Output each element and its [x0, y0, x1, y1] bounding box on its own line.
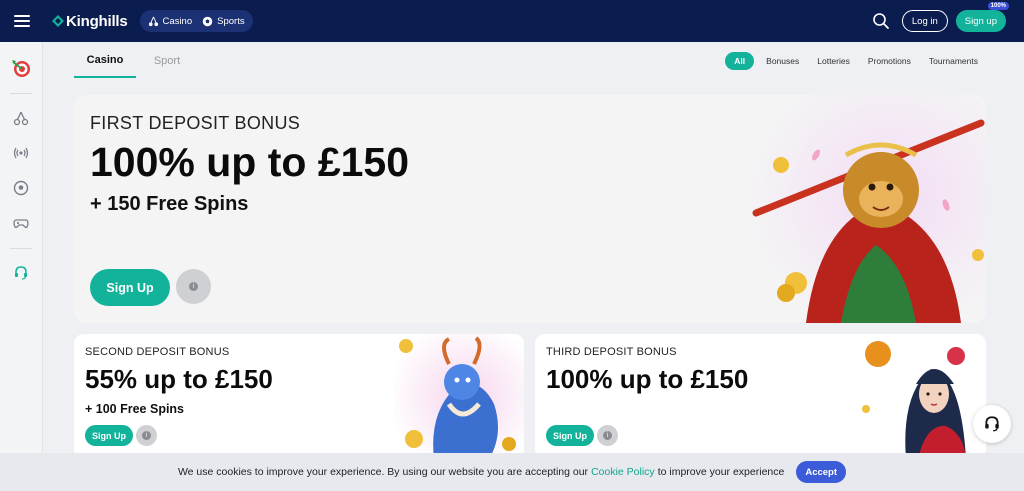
header-signup-button[interactable]: Sign up 100% [955, 2, 1009, 32]
sidebar-item-sports[interactable] [11, 178, 31, 198]
card-info-button[interactable]: i [136, 425, 157, 446]
sidebar-divider [10, 248, 32, 249]
gamepad-icon [13, 219, 29, 229]
header-actions: Log in Sign up 100% [872, 2, 1012, 32]
mode-sports[interactable]: Sports [202, 15, 245, 27]
monkey-king-illustration [746, 95, 986, 323]
brand-name: Kinghills [66, 12, 128, 30]
login-button[interactable]: Log in [901, 10, 948, 32]
logo-mark-icon [52, 15, 64, 27]
header-signup-label: Sign up [964, 15, 997, 27]
sidebar-item-casino[interactable] [11, 108, 31, 128]
football-icon [13, 180, 29, 196]
cookie-banner: We use cookies to improve your experienc… [0, 453, 1024, 491]
tab-sport[interactable]: Sport [136, 44, 198, 78]
info-icon: i [142, 431, 151, 440]
filter-promotions[interactable]: Promotions [862, 52, 917, 70]
football-icon [202, 16, 213, 26]
headset-icon [15, 266, 27, 280]
mode-casino[interactable]: Casino [148, 15, 193, 27]
second-deposit-card: SECOND DEPOSIT BONUS 55% up to £150 + 10… [74, 334, 524, 459]
headset-icon [985, 416, 999, 432]
search-icon[interactable] [872, 12, 890, 30]
card-kicker: SECOND DEPOSIT BONUS [85, 346, 230, 358]
first-deposit-banner: FIRST DEPOSIT BONUS 100% up to £150 + 15… [74, 95, 986, 323]
target-icon [12, 60, 30, 77]
filter-bonuses[interactable]: Bonuses [760, 52, 805, 70]
top-header: Kinghills Casino Sports Log in Sign up 1… [0, 0, 1024, 42]
sidebar-divider [10, 93, 32, 94]
sidebar-item-games[interactable] [11, 213, 31, 233]
cookie-text: We use cookies to improve your experienc… [177, 466, 589, 478]
card-title: 55% up to £150 [85, 364, 273, 394]
cherries-icon [13, 111, 29, 126]
cookie-text-end: to improve your experience [657, 466, 785, 478]
cookie-policy-link[interactable]: Cookie Policy [591, 466, 655, 478]
card-signup-button[interactable]: Sign Up [546, 425, 594, 446]
info-icon: i [603, 431, 612, 440]
sidebar-item-support[interactable] [11, 263, 31, 283]
card-info-button[interactable]: i [597, 425, 618, 446]
hero-subtitle: + 150 Free Spins [90, 193, 249, 215]
brand-logo[interactable]: Kinghills [52, 13, 128, 30]
mode-switch: Casino Sports [139, 10, 253, 32]
card-kicker: THIRD DEPOSIT BONUS [546, 346, 677, 358]
signup-bonus-badge: 100% [987, 2, 1009, 10]
support-chat-button[interactable] [973, 405, 1011, 443]
tab-casino[interactable]: Casino [74, 44, 136, 78]
dragon-illustration [394, 334, 524, 459]
sidebar [0, 42, 43, 491]
filter-lotteries[interactable]: Lotteries [811, 52, 856, 70]
card-subtitle: + 100 Free Spins [85, 402, 185, 416]
filter-all[interactable]: All [725, 52, 755, 70]
info-icon: i [189, 282, 198, 291]
sidebar-item-live[interactable] [11, 143, 31, 163]
filter-tournaments[interactable]: Tournaments [923, 52, 984, 70]
card-title: 100% up to £150 [546, 364, 749, 394]
third-deposit-card: THIRD DEPOSIT BONUS 100% up to £150 Sign… [535, 334, 986, 459]
geisha-illustration [856, 334, 986, 459]
mode-sports-label: Sports [217, 15, 245, 27]
mode-casino-label: Casino [162, 15, 193, 27]
promo-filters: All Bonuses Lotteries Promotions Tournam… [725, 52, 984, 70]
accept-cookies-button[interactable]: Accept [796, 461, 847, 483]
card-signup-button[interactable]: Sign Up [85, 425, 133, 446]
live-icon [13, 147, 29, 159]
category-tabs: Casino Sport [74, 44, 198, 78]
hero-info-button[interactable]: i [176, 269, 211, 304]
hero-signup-button[interactable]: Sign Up [90, 269, 170, 306]
hero-kicker: FIRST DEPOSIT BONUS [90, 113, 301, 133]
menu-icon[interactable] [14, 15, 30, 27]
sidebar-item-promotions[interactable] [11, 58, 31, 78]
cherries-icon [148, 16, 158, 26]
hero-title: 100% up to £150 [90, 139, 410, 185]
